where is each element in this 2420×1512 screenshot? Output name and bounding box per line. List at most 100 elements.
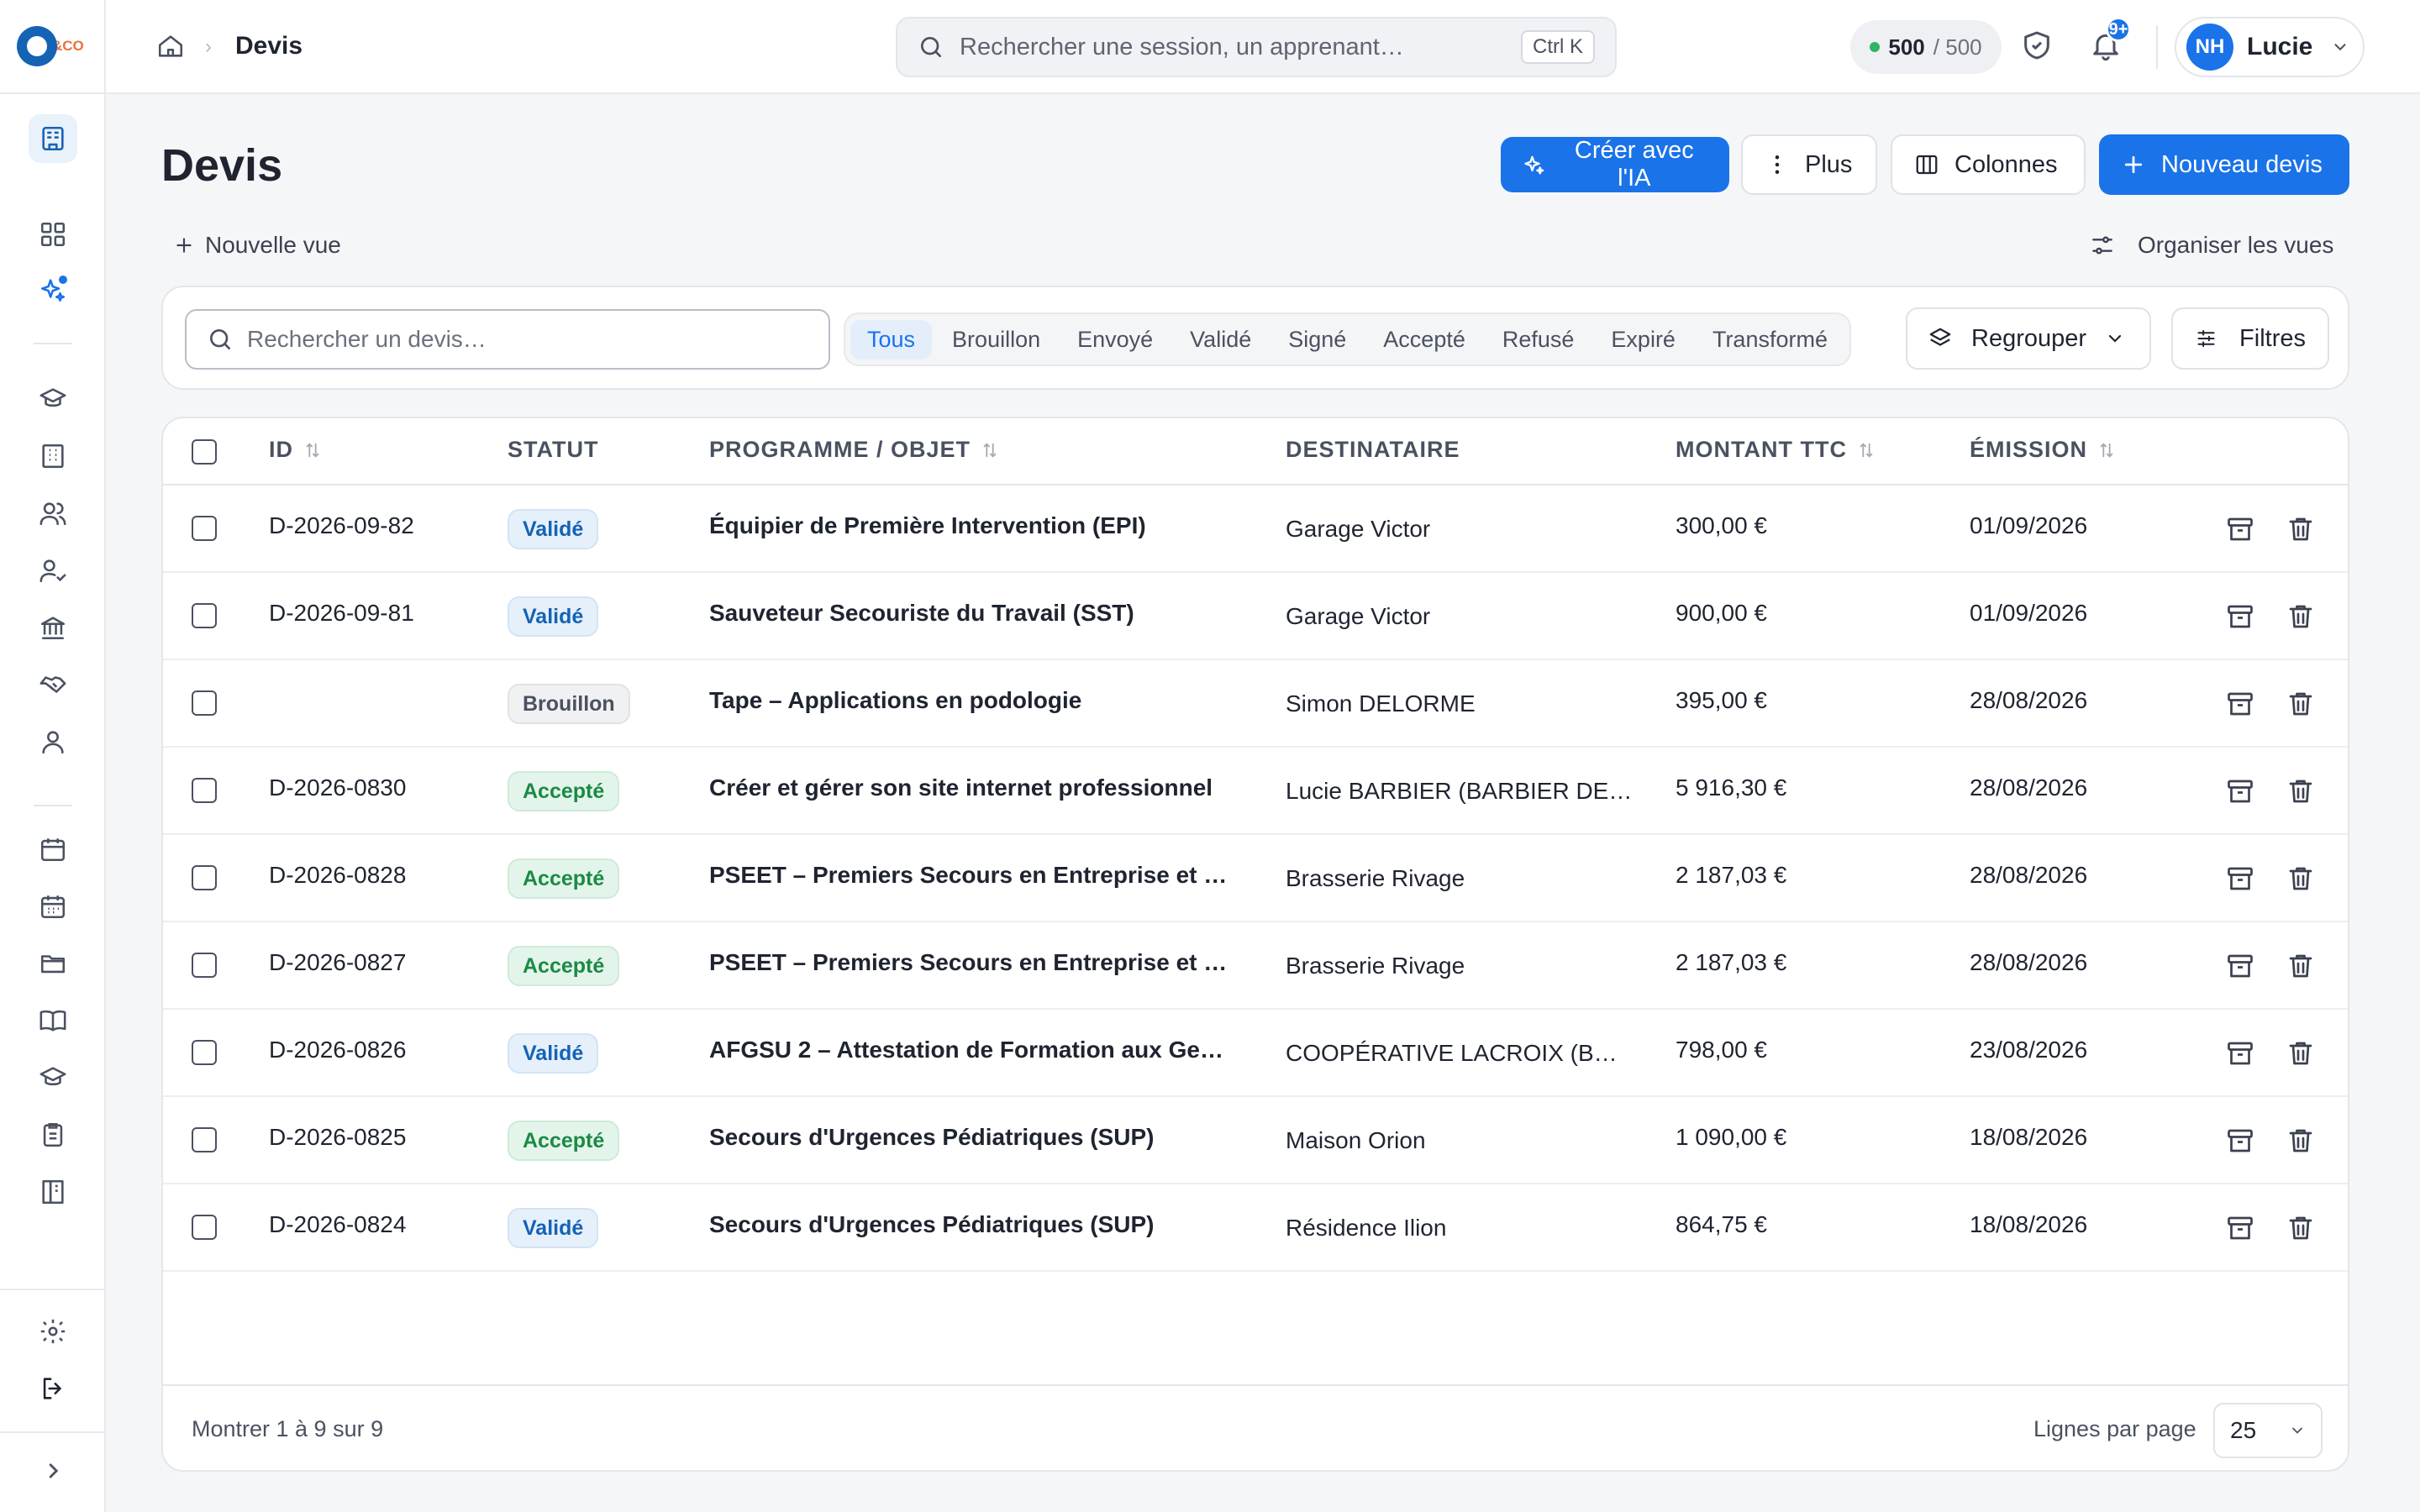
- table-row[interactable]: D-2026-0827 Accepté PSEET – Premiers Secou…: [163, 922, 2348, 1010]
- row-checkbox[interactable]: [192, 953, 217, 978]
- column-header-program[interactable]: PROGRAMME / OBJET: [709, 437, 999, 463]
- more-button[interactable]: Plus: [1741, 134, 1877, 195]
- status-tabs: Tous Brouillon Envoyé Validé Signé Accepté Ref…: [844, 312, 1851, 366]
- status-tab[interactable]: Tous: [850, 319, 933, 360]
- select-all-checkbox[interactable]: [192, 439, 217, 465]
- new-quote-button[interactable]: Nouveau devis: [2099, 134, 2349, 195]
- table-row[interactable]: D-2026-0825 Accepté Secours d'Urgences Péd…: [163, 1097, 2348, 1184]
- sidebar-item-formations[interactable]: [29, 375, 77, 423]
- row-checkbox[interactable]: [192, 1215, 217, 1240]
- archive-button[interactable]: [2225, 1213, 2255, 1243]
- sidebar-item-catalogue[interactable]: [29, 996, 77, 1045]
- quote-program[interactable]: Équipier de Première Intervention (EPI): [709, 512, 1146, 539]
- delete-button[interactable]: [2286, 1126, 2316, 1156]
- sidebar-item-apprenants[interactable]: [29, 489, 77, 538]
- sidebar-item-qualiopi[interactable]: [29, 1053, 77, 1102]
- quote-search[interactable]: [185, 309, 830, 370]
- breadcrumb-home[interactable]: [156, 32, 185, 60]
- quote-program[interactable]: Secours d'Urgences Pédiatriques (SUP): [709, 1211, 1154, 1238]
- app-logo[interactable]: &CO: [17, 24, 89, 69]
- row-checkbox[interactable]: [192, 865, 217, 890]
- sidebar-item-taches[interactable]: [29, 1110, 77, 1159]
- sidebar-item-settings[interactable]: [29, 1307, 77, 1356]
- filters-button[interactable]: Filtres: [2171, 307, 2329, 370]
- credits-indicator[interactable]: 500 / 500: [1850, 20, 2002, 74]
- organize-views-button[interactable]: Organiser les vues: [2089, 232, 2333, 259]
- sidebar: &CO: [0, 0, 106, 1512]
- table-row[interactable]: D-2026-0824 Validé Secours d'Urgences Pédi…: [163, 1184, 2348, 1272]
- quote-program[interactable]: Secours d'Urgences Pédiatriques (SUP): [709, 1124, 1154, 1151]
- quote-program[interactable]: Tape – Applications en podologie: [709, 687, 1081, 714]
- row-checkbox[interactable]: [192, 603, 217, 628]
- user-menu[interactable]: NH Lucie: [2175, 17, 2365, 77]
- delete-button[interactable]: [2286, 689, 2316, 719]
- columns-button[interactable]: Colonnes: [1891, 134, 2086, 195]
- quote-program[interactable]: Créer et gérer son site internet profess…: [709, 774, 1213, 801]
- row-checkbox[interactable]: [192, 690, 217, 716]
- status-tab[interactable]: Accepté: [1366, 320, 1482, 360]
- status-tab[interactable]: Transformé: [1696, 320, 1844, 360]
- sidebar-item-contacts[interactable]: [29, 717, 77, 766]
- sidebar-item-formateurs[interactable]: [29, 546, 77, 595]
- delete-button[interactable]: [2286, 776, 2316, 806]
- quote-program[interactable]: PSEET – Premiers Secours en Entreprise e…: [709, 862, 1227, 889]
- status-tab[interactable]: Brouillon: [935, 320, 1057, 360]
- status-tab[interactable]: Expiré: [1594, 320, 1692, 360]
- table-row[interactable]: D-2026-09-81 Validé Sauveteur Secouriste d…: [163, 573, 2348, 660]
- status-tab[interactable]: Envoyé: [1060, 320, 1170, 360]
- sidebar-item-partenaires[interactable]: [29, 660, 77, 709]
- sidebar-item-documents[interactable]: [29, 939, 77, 988]
- archive-button[interactable]: [2225, 864, 2255, 894]
- status-tab[interactable]: Validé: [1173, 320, 1268, 360]
- sidebar-item-planning[interactable]: [29, 825, 77, 874]
- quote-program[interactable]: PSEET – Premiers Secours en Entreprise e…: [709, 949, 1227, 976]
- rows-per-page-select[interactable]: 25: [2213, 1403, 2323, 1458]
- column-header-id[interactable]: ID: [269, 437, 322, 463]
- table-row[interactable]: Brouillon Tape – Applications en podologi…: [163, 660, 2348, 748]
- security-button[interactable]: [2020, 29, 2054, 62]
- table-row[interactable]: D-2026-09-82 Validé Équipier de Première I…: [163, 486, 2348, 573]
- sidebar-item-bibliotheque[interactable]: [29, 1168, 77, 1216]
- group-by-button[interactable]: Regrouper: [1906, 307, 2151, 370]
- delete-button[interactable]: [2286, 1213, 2316, 1243]
- table-row[interactable]: D-2026-0830 Accepté Créer et gérer son sit…: [163, 748, 2348, 835]
- archive-button[interactable]: [2225, 1126, 2255, 1156]
- delete-button[interactable]: [2286, 514, 2316, 544]
- row-checkbox[interactable]: [192, 1127, 217, 1152]
- notifications-button[interactable]: 9+: [2089, 17, 2131, 62]
- delete-button[interactable]: [2286, 1038, 2316, 1068]
- archive-button[interactable]: [2225, 689, 2255, 719]
- global-search-input[interactable]: [960, 33, 1521, 61]
- sidebar-item-ai[interactable]: [29, 265, 77, 314]
- status-tab[interactable]: Refusé: [1486, 320, 1591, 360]
- quote-program[interactable]: AFGSU 2 – Attestation de Formation aux G…: [709, 1037, 1223, 1063]
- table-row[interactable]: D-2026-0826 Validé AFGSU 2 – Attestation d…: [163, 1010, 2348, 1097]
- sidebar-item-overview[interactable]: [29, 210, 77, 259]
- archive-button[interactable]: [2225, 514, 2255, 544]
- sidebar-item-dashboard[interactable]: [29, 114, 77, 163]
- quote-search-input[interactable]: [247, 326, 808, 353]
- status-tab[interactable]: Signé: [1271, 320, 1363, 360]
- quote-program[interactable]: Sauveteur Secouriste du Travail (SST): [709, 600, 1134, 627]
- sidebar-item-logout[interactable]: [29, 1364, 77, 1413]
- archive-button[interactable]: [2225, 1038, 2255, 1068]
- sidebar-item-entreprises[interactable]: [29, 432, 77, 480]
- delete-button[interactable]: [2286, 864, 2316, 894]
- archive-button[interactable]: [2225, 776, 2255, 806]
- column-header-amount[interactable]: MONTANT TTC: [1676, 437, 1876, 463]
- table-row[interactable]: D-2026-0828 Accepté PSEET – Premiers Secou…: [163, 835, 2348, 922]
- sidebar-item-financeurs[interactable]: [29, 603, 77, 652]
- create-with-ai-button[interactable]: Créer avec l'IA: [1501, 137, 1729, 192]
- sidebar-item-sessions[interactable]: [29, 882, 77, 931]
- row-checkbox[interactable]: [192, 516, 217, 541]
- archive-button[interactable]: [2225, 951, 2255, 981]
- sidebar-expand-button[interactable]: [29, 1446, 77, 1495]
- archive-button[interactable]: [2225, 601, 2255, 632]
- row-checkbox[interactable]: [192, 778, 217, 803]
- global-search[interactable]: Ctrl K: [896, 17, 1617, 77]
- column-header-emission[interactable]: ÉMISSION: [1970, 437, 2116, 463]
- delete-button[interactable]: [2286, 951, 2316, 981]
- row-checkbox[interactable]: [192, 1040, 217, 1065]
- delete-button[interactable]: [2286, 601, 2316, 632]
- new-view-button[interactable]: Nouvelle vue: [173, 232, 341, 259]
